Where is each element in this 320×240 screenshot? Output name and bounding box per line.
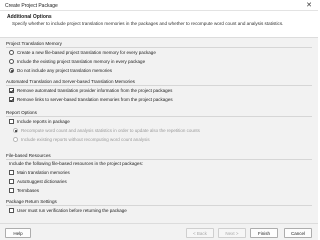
checkbox[interactable]: [9, 169, 14, 175]
section-title-return-settings: Package Return Settings: [6, 199, 57, 204]
cancel-button[interactable]: Cancel: [284, 228, 312, 238]
checkbox-checked[interactable]: [9, 87, 14, 93]
radio-button-selected[interactable]: [9, 67, 14, 73]
checkbox-termbases[interactable]: Termbases: [9, 187, 39, 193]
divider: [6, 205, 312, 206]
back-button[interactable]: < Back: [186, 228, 214, 238]
wizard-header: Additional Options Specify whether to in…: [0, 11, 318, 38]
radio-label: Include the existing project translation…: [17, 58, 146, 64]
wizard-footer: Help < Back Next > Finish Cancel: [0, 223, 318, 240]
divider: [6, 159, 312, 160]
radio-label: Create a new file-based project translat…: [17, 49, 156, 55]
radio-include-existing-reports: Include existing reports without recompu…: [13, 136, 150, 142]
window-title: Create Project Package: [5, 3, 58, 9]
checkbox-label: Include reports in package: [17, 118, 70, 124]
radio-button-selected-disabled: [13, 127, 18, 133]
checkbox-label: Termbases: [17, 187, 40, 193]
radio-create-new-tm[interactable]: Create a new file-based project translat…: [9, 49, 156, 55]
radio-recompute-stats: Recompute word count and analysis statis…: [13, 127, 200, 133]
radio-include-existing-tm[interactable]: Include the existing project translation…: [9, 58, 145, 64]
radio-do-not-include-tm[interactable]: Do not include any project translation m…: [9, 67, 112, 73]
checkbox-remove-mt-info[interactable]: Remove automated translation provider in…: [9, 87, 172, 93]
page-description: Specify whether to include project trans…: [12, 21, 284, 26]
options-panel: Project Translation Memory Create a new …: [0, 38, 318, 223]
help-button[interactable]: Help: [5, 228, 31, 238]
page-title: Additional Options: [7, 14, 52, 20]
checkbox-label: User must run verification before return…: [17, 207, 127, 213]
section-title-file-resources: File-based Resources: [6, 153, 51, 158]
title-bar: Create Project Package ✕: [0, 0, 318, 11]
checkbox-run-verification[interactable]: User must run verification before return…: [9, 207, 127, 213]
checkbox-label: Main translation memories: [17, 169, 70, 175]
checkbox-label: Remove automated translation provider in…: [17, 87, 173, 93]
radio-label: Do not include any project translation m…: [17, 67, 113, 73]
radio-label: Recompute word count and analysis statis…: [21, 127, 200, 133]
divider: [6, 47, 312, 48]
finish-button[interactable]: Finish: [250, 228, 278, 238]
section-title-project-tm: Project Translation Memory: [6, 41, 62, 46]
checkbox[interactable]: [9, 178, 14, 184]
checkbox[interactable]: [9, 207, 14, 213]
checkbox-main-tms[interactable]: Main translation memories: [9, 169, 70, 175]
divider: [6, 85, 312, 86]
checkbox[interactable]: [9, 187, 14, 193]
checkbox[interactable]: [9, 118, 14, 124]
checkbox-autosuggest[interactable]: AutoSuggest dictionaries: [9, 178, 67, 184]
radio-button[interactable]: [9, 58, 14, 64]
checkbox-remove-server-tm-links[interactable]: Remove links to server-based translation…: [9, 96, 173, 102]
file-resources-intro: Include the following file-based resourc…: [9, 161, 144, 166]
radio-button[interactable]: [9, 49, 14, 55]
close-icon[interactable]: ✕: [304, 1, 314, 10]
next-button[interactable]: Next >: [218, 228, 246, 238]
checkbox-label: Remove links to server-based translation…: [17, 96, 173, 102]
radio-label: Include existing reports without recompu…: [21, 136, 150, 142]
section-title-automated: Automated Translation and Server-based T…: [6, 79, 135, 84]
radio-button-disabled: [13, 136, 18, 142]
checkbox-include-reports[interactable]: Include reports in package: [9, 118, 70, 124]
section-title-reports: Report Options: [6, 110, 37, 115]
checkbox-checked[interactable]: [9, 96, 14, 102]
divider: [6, 116, 312, 117]
checkbox-label: AutoSuggest dictionaries: [17, 178, 67, 184]
